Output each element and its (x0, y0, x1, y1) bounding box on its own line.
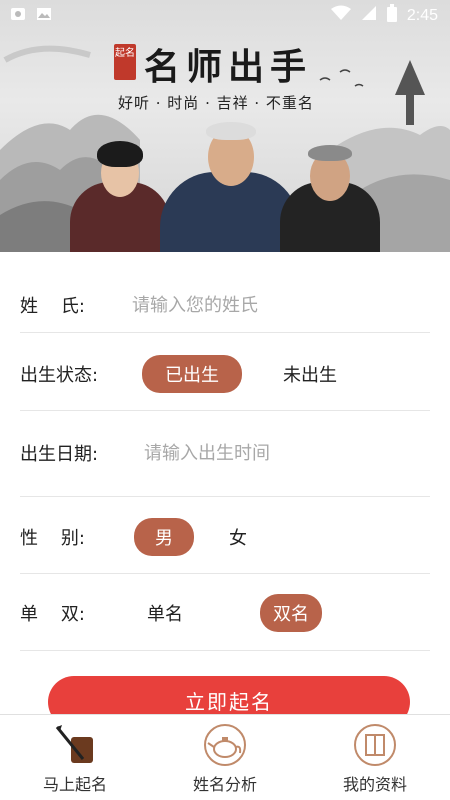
nav-item-name-analysis[interactable]: 姓名分析 (150, 715, 300, 800)
born-option[interactable]: 已出生 (142, 355, 242, 393)
nav-item-start-naming[interactable]: 马上起名 (0, 715, 150, 800)
name-length-row: 单 双: 单名 双名 (20, 594, 430, 632)
surname-input[interactable] (132, 294, 392, 316)
divider (20, 496, 430, 497)
nav-item-my-profile[interactable]: 我的资料 (300, 715, 450, 800)
divider (20, 410, 430, 411)
birth-date-row: 出生日期: (20, 440, 430, 466)
teapot-icon (203, 723, 247, 767)
banner-title: 名师出手 (144, 46, 313, 88)
hero-banner: 起名 名师出手 好听 · 时尚 · 吉祥 · 不重名 (0, 0, 450, 252)
gender-label: 性 别: (20, 528, 85, 549)
notification-icon (10, 6, 26, 22)
single-name-option[interactable]: 单名 (130, 594, 200, 632)
birth-status-row: 出生状态: 已出生 未出生 (20, 355, 430, 393)
nav-label: 我的资料 (342, 775, 407, 794)
battery-icon (386, 4, 397, 27)
divider (20, 573, 430, 574)
nav-label: 马上起名 (42, 775, 107, 794)
surname-label: 姓 氏: (20, 296, 85, 317)
double-name-option[interactable]: 双名 (260, 594, 322, 632)
book-icon (353, 723, 397, 767)
clock: 2:45 (406, 6, 438, 24)
surname-row: 姓 氏: (20, 292, 430, 318)
banner-subtitle: 好听 · 时尚 · 吉祥 · 不重名 (118, 94, 314, 112)
woman-portrait (70, 137, 170, 252)
seal-stamp: 起名 (114, 44, 136, 80)
male-option[interactable]: 男 (134, 518, 194, 556)
gender-row: 性 别: 男 女 (20, 518, 430, 556)
birth-date-label: 出生日期: (20, 444, 99, 465)
divider (20, 332, 430, 333)
nav-label: 姓名分析 (192, 775, 257, 794)
bottom-navigation: 马上起名 姓名分析 我的资料 (0, 714, 450, 800)
cell-signal-icon (361, 5, 377, 26)
female-option[interactable]: 女 (208, 518, 268, 556)
man-portrait-center (160, 122, 300, 252)
divider (20, 650, 430, 651)
brush-icon (53, 723, 97, 767)
status-bar: 2:45 (0, 0, 450, 28)
birth-date-input[interactable] (144, 442, 404, 464)
name-length-label: 单 双: (20, 604, 85, 625)
man-portrait-right (280, 137, 380, 252)
image-icon (36, 6, 52, 22)
wifi-icon (330, 5, 351, 26)
birth-status-label: 出生状态: (20, 365, 99, 386)
unborn-option[interactable]: 未出生 (260, 355, 360, 393)
